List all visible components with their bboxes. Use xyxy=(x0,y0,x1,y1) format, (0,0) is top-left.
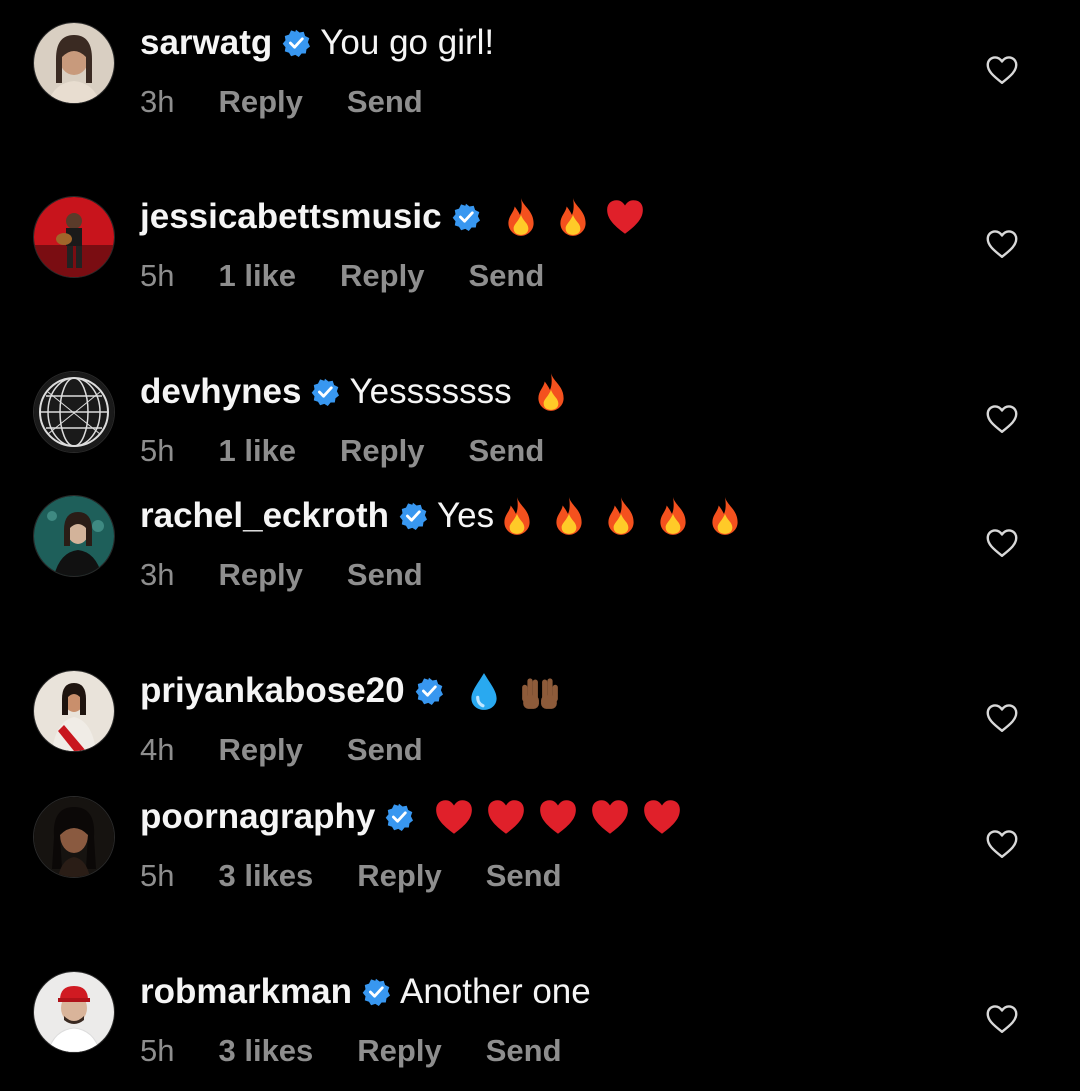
comment-rachel_eckroth: rachel_eckroth Yes 3h Reply Send xyxy=(0,495,1080,615)
fire-emoji-icon xyxy=(652,495,694,537)
comment-devhynes: devhynes Yesssssss 5h 1 like Reply Send xyxy=(0,371,1080,491)
reply-button[interactable]: Reply xyxy=(357,1033,441,1069)
avatar-rachel_eckroth[interactable] xyxy=(33,495,115,577)
verified-badge-icon xyxy=(415,677,443,705)
heart-outline-icon[interactable] xyxy=(984,226,1020,262)
comment-jessicabettsmusic: jessicabettsmusic 5h 1 like Reply Send xyxy=(0,196,1080,316)
send-button[interactable]: Send xyxy=(486,858,562,894)
comment-text: Another one xyxy=(400,972,591,1011)
verified-badge-icon xyxy=(282,29,311,57)
heart-outline-icon[interactable] xyxy=(984,525,1020,561)
reply-button[interactable]: Reply xyxy=(340,258,424,294)
droplet-emoji-icon xyxy=(463,670,505,712)
verified-badge-icon xyxy=(399,502,428,530)
fire-emoji-icon xyxy=(600,495,642,537)
comment-text: Yesssssss xyxy=(349,371,571,413)
red-heart-emoji-icon xyxy=(485,796,527,838)
reply-button[interactable]: Reply xyxy=(218,84,302,120)
send-button[interactable]: Send xyxy=(468,433,544,469)
avatar-sarwatg[interactable] xyxy=(33,22,115,104)
verified-badge-icon xyxy=(452,203,480,231)
heart-outline-icon[interactable] xyxy=(984,700,1020,736)
heart-outline-icon[interactable] xyxy=(984,401,1020,437)
avatar-poornagraphy[interactable] xyxy=(33,796,115,878)
reply-button[interactable]: Reply xyxy=(218,732,302,768)
timestamp: 5h xyxy=(140,258,175,293)
username[interactable]: robmarkman xyxy=(140,971,352,1013)
fire-emoji-icon xyxy=(552,196,594,238)
heart-outline-icon[interactable] xyxy=(984,826,1020,862)
username[interactable]: jessicabettsmusic xyxy=(140,196,442,238)
comment-priyankabose20: priyankabose20 4h Reply Send xyxy=(0,670,1080,790)
comment-text: You go girl! xyxy=(320,23,495,62)
comment-text xyxy=(453,670,561,712)
red-heart-emoji-icon xyxy=(604,196,646,238)
fire-emoji-icon xyxy=(704,495,746,537)
send-button[interactable]: Send xyxy=(347,557,423,593)
timestamp: 4h xyxy=(140,732,175,767)
heart-outline-icon[interactable] xyxy=(984,1001,1020,1037)
comment-text xyxy=(423,796,683,838)
send-button[interactable]: Send xyxy=(347,84,423,120)
send-button[interactable]: Send xyxy=(486,1033,562,1069)
reply-button[interactable]: Reply xyxy=(357,858,441,894)
timestamp: 3h xyxy=(140,557,175,592)
fire-emoji-icon xyxy=(548,495,590,537)
likes-count[interactable]: 3 likes xyxy=(218,858,313,894)
comment-sarwatg: sarwatg You go girl! 3h Reply Send xyxy=(0,22,1080,142)
likes-count[interactable]: 1 like xyxy=(218,258,296,294)
timestamp: 5h xyxy=(140,858,175,893)
username[interactable]: poornagraphy xyxy=(140,796,375,838)
likes-count[interactable]: 3 likes xyxy=(218,1033,313,1069)
reply-button[interactable]: Reply xyxy=(218,557,302,593)
fire-emoji-icon xyxy=(496,495,538,537)
red-heart-emoji-icon xyxy=(537,796,579,838)
timestamp: 5h xyxy=(140,433,175,468)
username[interactable]: sarwatg xyxy=(140,22,272,64)
username[interactable]: devhynes xyxy=(140,371,301,413)
comment-text: Yes xyxy=(437,495,746,537)
username[interactable]: priyankabose20 xyxy=(140,670,405,712)
avatar-priyankabose20[interactable] xyxy=(33,670,115,752)
likes-count[interactable]: 1 like xyxy=(218,433,296,469)
avatar-devhynes[interactable] xyxy=(33,371,115,453)
verified-badge-icon xyxy=(385,803,414,831)
timestamp: 5h xyxy=(140,1033,175,1068)
send-button[interactable]: Send xyxy=(347,732,423,768)
heart-outline-icon[interactable] xyxy=(984,52,1020,88)
avatar-robmarkman[interactable] xyxy=(33,971,115,1053)
red-heart-emoji-icon xyxy=(589,796,631,838)
comment-poornagraphy: poornagraphy 5h 3 likes Reply Send xyxy=(0,796,1080,916)
fire-emoji-icon xyxy=(500,196,542,238)
red-heart-emoji-icon xyxy=(641,796,683,838)
timestamp: 3h xyxy=(140,84,175,119)
comment-text xyxy=(490,196,646,238)
verified-badge-icon xyxy=(312,378,340,406)
red-heart-emoji-icon xyxy=(433,796,475,838)
reply-button[interactable]: Reply xyxy=(340,433,424,469)
verified-badge-icon xyxy=(362,978,391,1006)
raised-hands-emoji-icon xyxy=(519,670,561,712)
fire-emoji-icon xyxy=(530,371,572,413)
comment-robmarkman: robmarkman Another one 5h 3 likes Reply … xyxy=(0,971,1080,1091)
username[interactable]: rachel_eckroth xyxy=(140,495,389,537)
avatar-jessicabettsmusic[interactable] xyxy=(33,196,115,278)
send-button[interactable]: Send xyxy=(468,258,544,294)
